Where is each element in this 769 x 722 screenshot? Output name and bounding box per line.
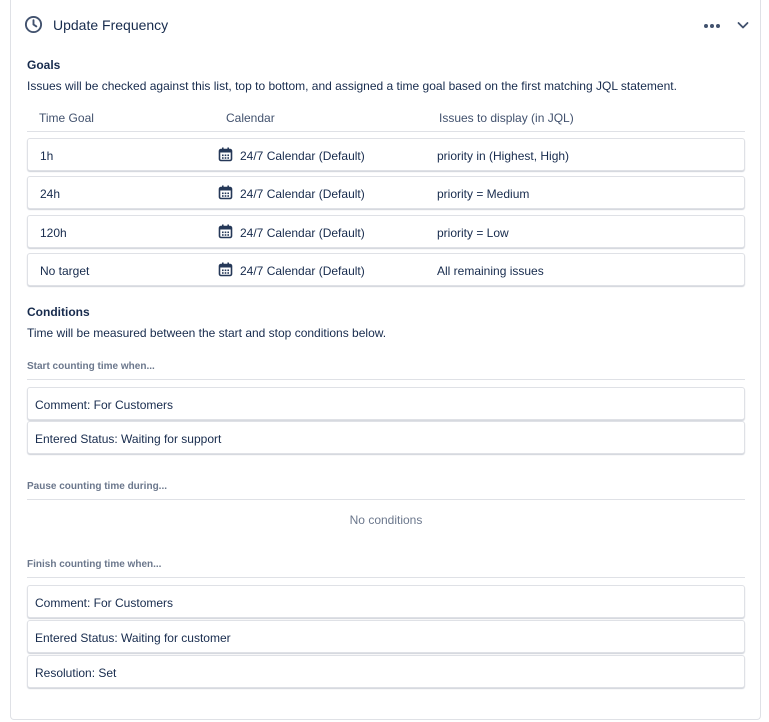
finish-condition-item[interactable]: Comment: For Customers xyxy=(27,585,745,618)
conditions-heading: Conditions xyxy=(27,305,90,319)
goal-jql: priority in (Highest, High) xyxy=(437,149,570,163)
calendar-icon xyxy=(218,147,233,162)
clock-icon xyxy=(24,15,43,34)
goals-table-header: Time Goal Calendar Issues to display (in… xyxy=(27,106,745,132)
start-condition-item[interactable]: Comment: For Customers xyxy=(27,387,745,420)
goal-calendar: 24/7 Calendar (Default) xyxy=(240,187,365,201)
divider xyxy=(27,499,745,500)
start-conditions-label: Start counting time when... xyxy=(27,361,155,372)
goal-calendar: 24/7 Calendar (Default) xyxy=(240,149,365,163)
goal-row[interactable]: 1h 24/7 Calendar (Default) priority in (… xyxy=(27,138,745,171)
start-condition-item[interactable]: Entered Status: Waiting for support xyxy=(27,421,745,454)
panel-title: Update Frequency xyxy=(53,17,169,33)
condition-label: Entered Status: Waiting for support xyxy=(35,432,222,446)
sla-panel: Update Frequency Goals Issues will be ch… xyxy=(10,0,761,720)
goal-row[interactable]: No target 24/7 Calendar (Default) All re… xyxy=(27,253,745,286)
finish-condition-item[interactable]: Entered Status: Waiting for customer xyxy=(27,620,745,653)
divider xyxy=(27,379,745,380)
goals-description: Issues will be checked against this list… xyxy=(27,79,677,93)
finish-condition-item[interactable]: Resolution: Set xyxy=(27,655,745,688)
calendar-icon xyxy=(218,262,233,277)
divider xyxy=(27,577,745,578)
condition-label: Comment: For Customers xyxy=(35,596,174,610)
goal-row[interactable]: 24h 24/7 Calendar (Default) priority = M… xyxy=(27,176,745,209)
calendar-icon xyxy=(218,185,233,200)
goal-row[interactable]: 120h 24/7 Calendar (Default) priority = … xyxy=(27,215,745,248)
column-calendar: Calendar xyxy=(226,111,275,125)
pause-conditions-label: Pause counting time during... xyxy=(27,481,168,492)
chevron-down-icon[interactable] xyxy=(735,17,751,33)
calendar-icon xyxy=(218,224,233,239)
condition-label: Entered Status: Waiting for customer xyxy=(35,631,231,645)
condition-label: Resolution: Set xyxy=(35,666,117,680)
panel-header: Update Frequency xyxy=(11,0,760,50)
goal-calendar: 24/7 Calendar (Default) xyxy=(240,264,365,278)
goal-time: 1h xyxy=(40,149,54,163)
no-conditions-text: No conditions xyxy=(349,513,423,527)
condition-label: Comment: For Customers xyxy=(35,398,174,412)
goal-time: 24h xyxy=(40,187,61,201)
goals-heading: Goals xyxy=(27,58,61,72)
goal-jql: priority = Medium xyxy=(437,187,530,201)
goal-time: No target xyxy=(40,264,90,278)
column-jql: Issues to display (in JQL) xyxy=(439,111,574,125)
goal-time: 120h xyxy=(40,226,67,240)
finish-conditions-label: Finish counting time when... xyxy=(27,559,162,570)
goal-calendar: 24/7 Calendar (Default) xyxy=(240,226,365,240)
conditions-description: Time will be measured between the start … xyxy=(27,326,387,340)
goal-jql: All remaining issues xyxy=(437,264,544,278)
more-horizontal-icon[interactable] xyxy=(701,16,723,36)
goal-jql: priority = Low xyxy=(437,226,509,240)
column-time-goal: Time Goal xyxy=(39,111,94,125)
